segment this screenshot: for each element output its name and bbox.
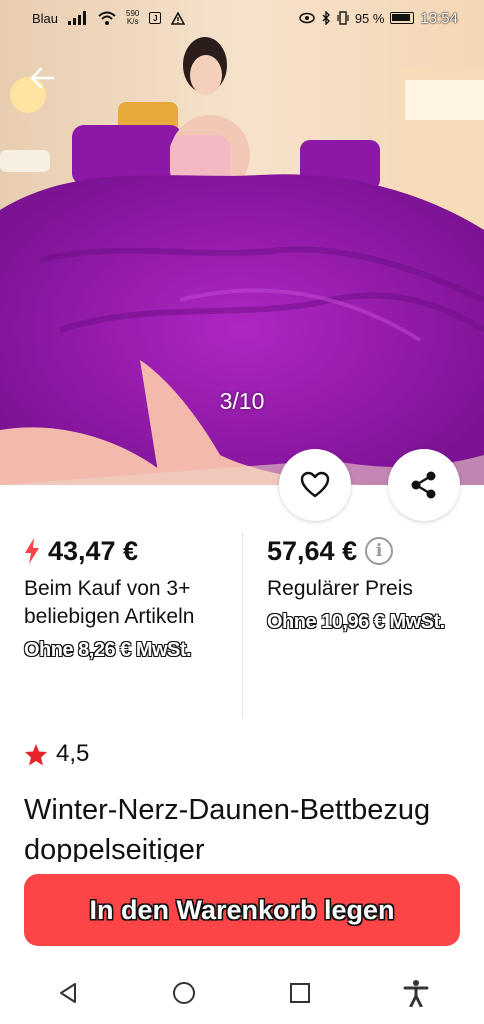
sim-icon: J [149,12,162,24]
eye-icon [299,12,315,24]
nav-recents-button[interactable] [280,973,320,1013]
battery-icon [390,12,415,24]
back-button[interactable] [26,62,58,94]
clock: 13:54 [420,9,458,27]
network-speed: 590 K/s [126,9,140,26]
triangle-back-icon [60,983,76,1003]
regular-price-label: Regulärer Preis [267,577,413,600]
add-to-cart-button[interactable]: In den Warenkorb legen [24,874,460,946]
regular-price-panel: 57,64 € i Regulärer Preis Ohne 10,96 € M… [267,533,467,635]
price-divider [242,533,243,718]
bluetooth-icon [322,11,330,25]
regular-price-value: 57,64 € [267,535,358,566]
regular-vat-note: Ohne 10,96 € MwSt. [267,611,445,633]
bulk-price-value: 43,47 € [48,535,139,566]
wishlist-button[interactable] [279,449,351,521]
info-icon[interactable]: i [365,537,394,565]
system-navigation-bar [0,962,484,1024]
warning-icon [171,11,186,25]
lightning-icon [25,538,39,564]
bulk-price-panel: 43,47 € Beim Kauf von 3+ beliebigen Arti… [24,533,234,663]
share-icon [411,471,436,499]
regular-price: 57,64 € i [267,533,467,569]
share-button[interactable] [388,449,460,521]
wifi-icon [98,11,116,25]
status-bar: Blau 590 K/s J 95 % 13:54 [0,0,484,36]
image-counter: 3/10 [219,388,265,414]
carrier-label: Blau [32,10,59,26]
circle-home-icon [173,982,195,1004]
arrow-left-icon [30,67,55,89]
vibrate-icon [337,11,349,25]
nav-home-button[interactable] [164,973,204,1013]
heart-icon [300,471,330,498]
nav-accessibility-button[interactable] [396,973,436,1013]
star-icon [25,743,47,765]
square-recents-icon [290,983,310,1003]
bulk-vat-note: Ohne 8,26 € MwSt. [24,639,192,661]
product-title: Winter-Nerz-Daunen-Bettbezug doppelseiti… [24,794,431,862]
battery-percent: 95 % [354,10,385,26]
rating-value: 4,5 [56,740,90,767]
bulk-condition: Beim Kauf von 3+ beliebigen Artikeln [24,577,195,628]
bulk-price: 43,47 € [24,533,234,569]
nav-back-button[interactable] [48,973,88,1013]
accessibility-icon [403,980,429,1007]
signal-icon [68,11,87,25]
rating[interactable]: 4,5 [24,740,89,768]
